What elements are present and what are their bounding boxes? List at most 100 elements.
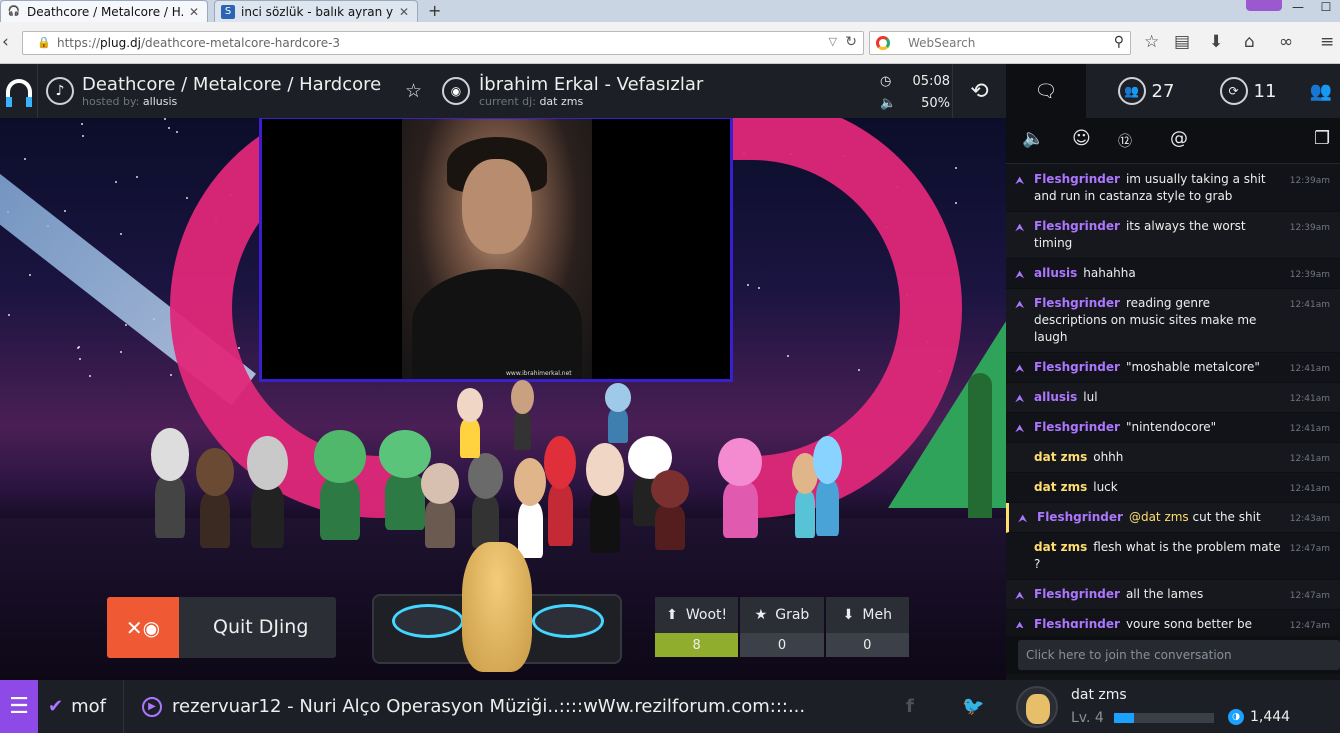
- avatar-body: [425, 500, 455, 548]
- volume-level[interactable]: 50%: [921, 96, 950, 111]
- tab-inci[interactable]: S inci sözlük - balık ayran yar... ✕: [214, 0, 418, 22]
- menu-icon[interactable]: ≡: [1320, 32, 1334, 52]
- search-input[interactable]: WebSearch ⚲: [869, 31, 1131, 55]
- grab-label: Grab: [775, 607, 810, 623]
- tab-plug[interactable]: 🎧 Deathcore / Metalcore / H... ✕: [0, 0, 208, 22]
- music-note-icon[interactable]: ♪: [46, 77, 74, 105]
- next-song[interactable]: ▶ rezervuar12 - Nuri Alço Operasyon Müziğ…: [142, 680, 805, 733]
- favorite-star-icon[interactable]: ☆: [405, 80, 422, 102]
- chat-username[interactable]: dat zms: [1034, 480, 1087, 494]
- avatar-head: [650, 470, 690, 509]
- audience-count: 27: [1151, 80, 1175, 102]
- chat-input[interactable]: Click here to join the conversation: [1018, 640, 1340, 670]
- user-points: ◑ 1,444: [1228, 709, 1290, 725]
- bookmark-star-icon[interactable]: ☆: [1144, 32, 1159, 52]
- chat-message: ⮝Fleshgrinderyoure song better be good o…: [1006, 610, 1340, 628]
- chat-username[interactable]: dat zms: [1034, 450, 1087, 464]
- library-icon[interactable]: ▤: [1174, 32, 1190, 52]
- audience-avatar[interactable]: [598, 383, 638, 443]
- avatar-head: [467, 453, 504, 499]
- audience-avatar[interactable]: [450, 388, 490, 458]
- back-icon[interactable]: ‹: [2, 32, 9, 52]
- dj-avatar[interactable]: [462, 542, 532, 672]
- grab-button[interactable]: ★ Grab 0: [740, 597, 824, 658]
- video-figure-face: [462, 159, 532, 254]
- chat-username[interactable]: allusis: [1034, 390, 1077, 404]
- user-profile[interactable]: dat zms Lv. 4 ◑ 1,444: [1006, 680, 1340, 733]
- cactus: [968, 373, 992, 523]
- star-dot: [164, 118, 166, 120]
- audience-avatar[interactable]: [505, 380, 540, 450]
- popout-icon[interactable]: ❐: [1314, 128, 1330, 149]
- quit-dj-icon: ✕◉: [107, 597, 179, 658]
- home-icon[interactable]: ⌂: [1244, 32, 1255, 52]
- minimize-icon[interactable]: —: [1284, 0, 1312, 18]
- room-name[interactable]: Deathcore / Metalcore / Hardcore: [82, 74, 381, 95]
- close-icon[interactable]: ✕: [189, 5, 199, 19]
- chat-username[interactable]: Fleshgrinder: [1034, 296, 1120, 310]
- browser-nav-bar: ‹ 🔒 https://plug.dj/deathcore-metalcore-…: [0, 22, 1340, 64]
- meh-count: 0: [825, 633, 909, 657]
- chat-username[interactable]: Fleshgrinder: [1034, 617, 1120, 628]
- star-dot: [81, 123, 83, 125]
- url-bar[interactable]: 🔒 https://plug.dj/deathcore-metalcore-ha…: [22, 31, 864, 55]
- staff-rank-icon: ⮝: [1018, 512, 1028, 525]
- host-name[interactable]: allusis: [143, 95, 177, 108]
- audience-avatar[interactable]: [640, 470, 700, 550]
- staff-rank-icon: ⮝: [1015, 362, 1025, 375]
- mask-icon[interactable]: ∞: [1279, 32, 1293, 52]
- history-button[interactable]: ⟲: [952, 64, 1006, 118]
- emoji-icon[interactable]: ☺: [1072, 128, 1091, 149]
- twitter-icon[interactable]: 🐦: [962, 696, 984, 717]
- user-name: dat zms: [1071, 687, 1127, 703]
- volume-icon[interactable]: 🔈: [880, 96, 896, 111]
- star-dot: [89, 375, 91, 377]
- audience-avatar[interactable]: [705, 438, 775, 538]
- woot-button[interactable]: ⬆ Woot! 8: [655, 597, 739, 658]
- facebook-icon[interactable]: f: [906, 696, 914, 717]
- close-icon[interactable]: ✕: [399, 5, 409, 19]
- meh-button[interactable]: ⬇ Meh 0: [825, 597, 909, 658]
- avatar-head: [813, 436, 842, 484]
- avatar[interactable]: [1016, 686, 1058, 728]
- search-icon[interactable]: ⚲: [1114, 34, 1124, 50]
- avatar-head: [605, 383, 631, 412]
- reload-icon[interactable]: ↻: [845, 34, 857, 50]
- chat-text: cut the shit: [1192, 510, 1261, 524]
- plug-logo[interactable]: [0, 64, 38, 118]
- chevron-down-icon[interactable]: ▽: [829, 35, 837, 48]
- chat-username[interactable]: dat zms: [1034, 540, 1087, 554]
- chat-username[interactable]: Fleshgrinder: [1034, 420, 1120, 434]
- chat-message: ⮝ Fleshgrinder "moshable metalcore" 12:41am: [1006, 353, 1340, 383]
- audience-avatar[interactable]: [235, 436, 300, 548]
- chat-username[interactable]: Fleshgrinder: [1034, 219, 1120, 233]
- mention-icon[interactable]: @: [1170, 128, 1188, 149]
- tab-chat[interactable]: 🗨: [1006, 64, 1086, 118]
- playlist-menu-button[interactable]: ☰: [0, 680, 38, 733]
- tab-waitlist[interactable]: ⟳ 11: [1206, 64, 1290, 118]
- audience-icon: 👥: [1117, 77, 1146, 105]
- tab-audience[interactable]: 👥 27: [1106, 64, 1186, 118]
- chat-username[interactable]: Fleshgrinder: [1034, 587, 1120, 601]
- star-dot: [77, 347, 79, 349]
- timestamp-icon[interactable]: ⑫: [1118, 131, 1132, 151]
- active-playlist[interactable]: ✔ mof: [48, 680, 124, 733]
- chat-username[interactable]: allusis: [1034, 266, 1077, 280]
- audience-avatar[interactable]: [805, 436, 850, 536]
- current-dj-name[interactable]: dat zms: [539, 95, 583, 108]
- quit-dj-button[interactable]: ✕◉ Quit DJing: [107, 597, 336, 658]
- chat-username[interactable]: Fleshgrinder: [1034, 172, 1120, 186]
- new-tab-button[interactable]: +: [428, 1, 441, 20]
- avatar-body: [722, 482, 758, 538]
- download-icon[interactable]: ⬇: [1209, 32, 1223, 52]
- chat-username[interactable]: Fleshgrinder: [1037, 510, 1123, 524]
- browser-tab-bar: 🎧 Deathcore / Metalcore / H... ✕ S inci …: [0, 0, 1340, 22]
- chat-message: ⮝ Fleshgrinder "nintendocore" 12:41am: [1006, 413, 1340, 443]
- current-dj-label: current dj:: [479, 95, 536, 108]
- video-player[interactable]: www.ibrahimerkal.net: [259, 118, 733, 382]
- chat-username[interactable]: Fleshgrinder: [1034, 360, 1120, 374]
- room-stage: www.ibrahimerkal.net ✕◉ Quit DJing ⬆ Woot…: [0, 118, 1006, 680]
- maximize-icon[interactable]: ☐: [1312, 0, 1340, 18]
- sound-icon[interactable]: 🔈: [1022, 128, 1044, 149]
- tab-friends[interactable]: 👥: [1302, 64, 1340, 118]
